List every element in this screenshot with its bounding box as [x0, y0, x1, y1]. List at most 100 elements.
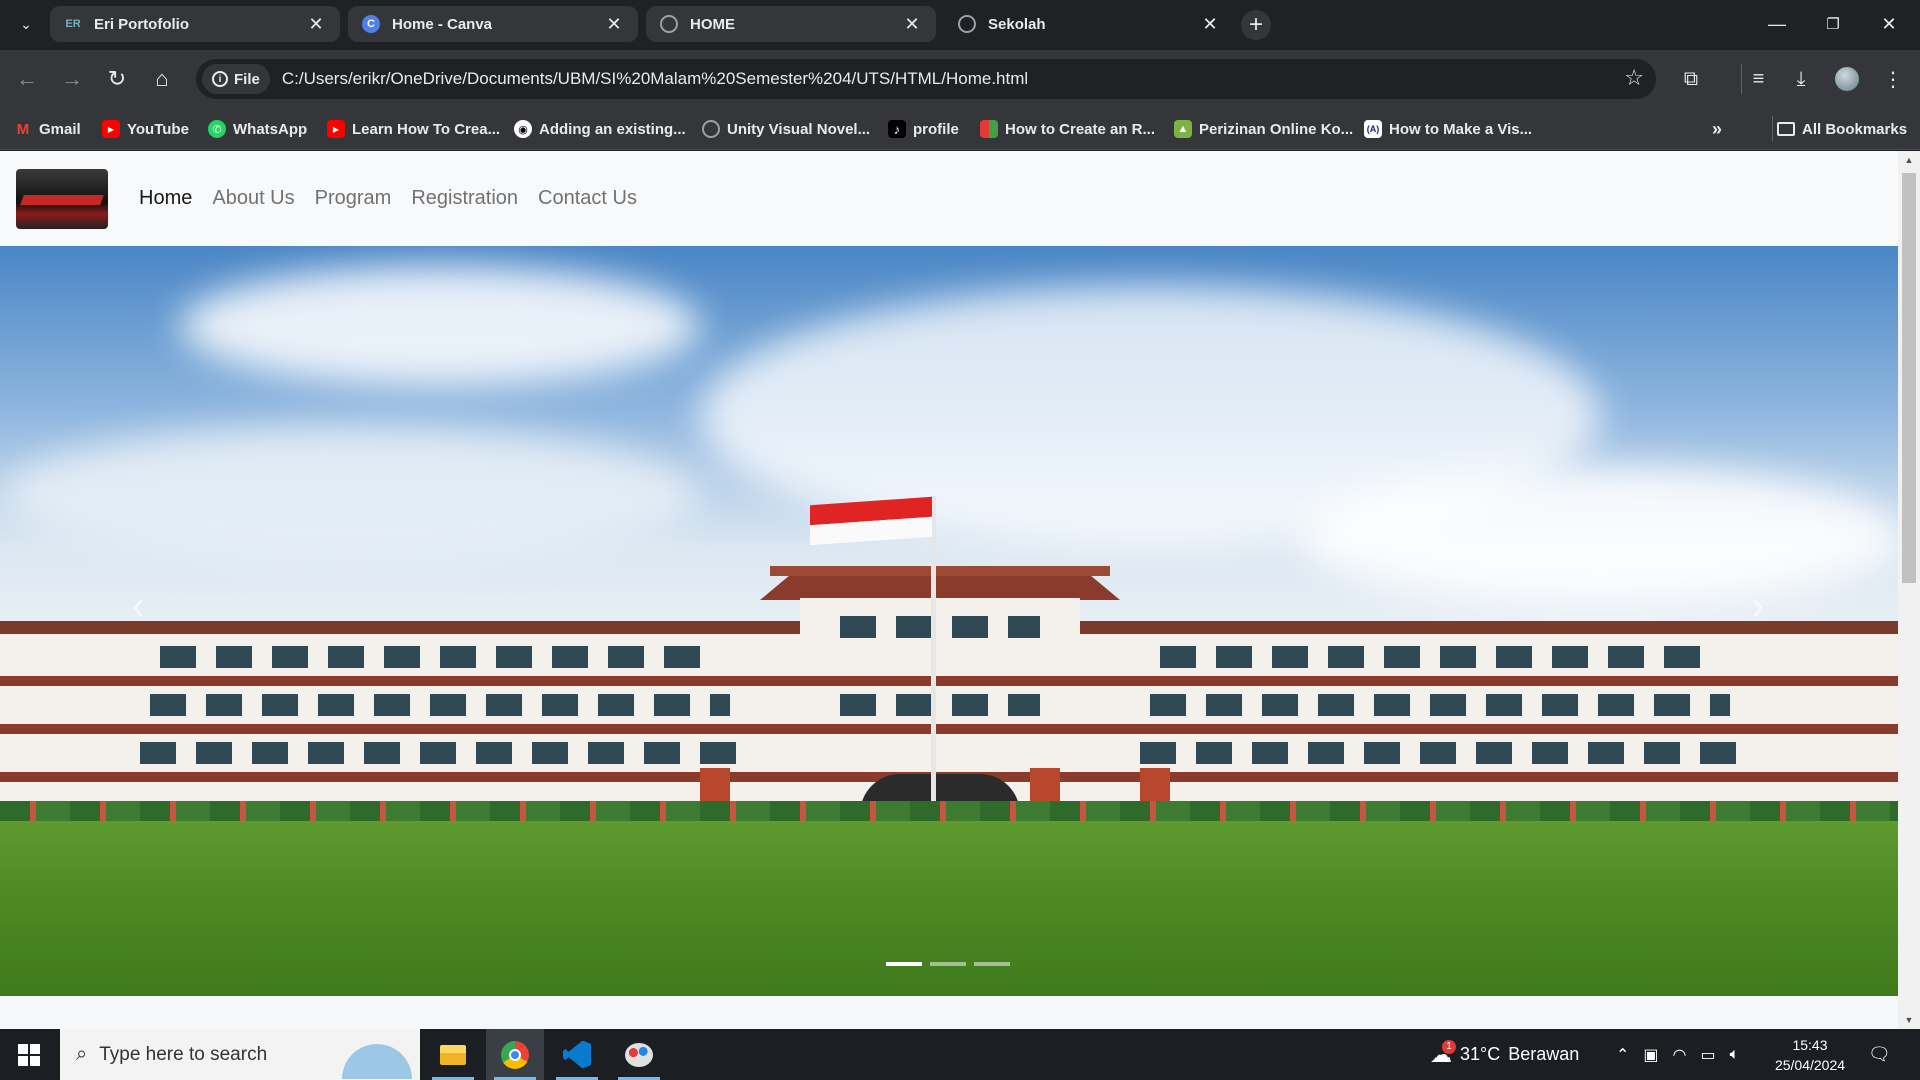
scroll-down-icon[interactable]: ▼	[1898, 1011, 1920, 1029]
close-tab-icon[interactable]: ✕	[902, 14, 922, 34]
site-icon: (A)	[1364, 120, 1382, 138]
bookmark-star-icon[interactable]: ☆	[1624, 65, 1644, 91]
chrome-app[interactable]	[486, 1029, 544, 1080]
tab-title: Sekolah	[988, 15, 1046, 33]
info-icon: i	[212, 71, 228, 87]
bookmark-label: profile	[913, 120, 959, 138]
bookmark-gmail[interactable]: M Gmail	[14, 116, 81, 142]
minimize-icon[interactable]: —	[1749, 8, 1805, 40]
chrome-icon-center	[509, 1048, 521, 1061]
back-arrow-icon[interactable]: ←	[11, 63, 43, 95]
tab-eri-portofolio[interactable]: ER Eri Portofolio ✕	[50, 6, 340, 42]
meet-now-icon[interactable]: ▣	[1643, 1045, 1658, 1065]
bookmark-label: How to Make a Vis...	[1389, 120, 1533, 138]
nav-links: Home About Us Program Registration Conta…	[139, 151, 637, 246]
url-text[interactable]: C:/Users/erikr/OneDrive/Documents/UBM/SI…	[282, 69, 1028, 89]
scrollbar-thumb[interactable]	[1902, 173, 1916, 583]
scroll-up-icon[interactable]: ▲	[1898, 151, 1920, 169]
bookmark-learn-how-to-create[interactable]: ▶ Learn How To Crea...	[327, 116, 500, 142]
all-bookmarks-button[interactable]: All Bookmarks	[1772, 116, 1907, 142]
folder-icon	[440, 1044, 466, 1065]
tower-roof	[770, 566, 1110, 576]
taskbar-clock[interactable]: 15:43 25/04/2024	[1760, 1035, 1860, 1075]
page-scrollbar[interactable]: ▲ ▼	[1898, 151, 1920, 1029]
floor-eave	[0, 724, 1898, 734]
vscode-app[interactable]	[548, 1029, 606, 1080]
bookmark-site-icon	[980, 120, 998, 138]
tab-strip: ⌄ ER Eri Portofolio ✕ C Home - Canva ✕ H…	[0, 0, 1920, 50]
indonesian-flag	[810, 496, 932, 546]
vscode-icon	[563, 1040, 591, 1069]
nav-contact-us[interactable]: Contact Us	[538, 187, 637, 210]
carousel-prev-icon[interactable]: ‹	[118, 576, 158, 636]
nav-program[interactable]: Program	[315, 187, 392, 210]
globe-icon	[958, 15, 976, 33]
weather-widget[interactable]: ☁ 1 31°C Berawan	[1430, 1029, 1579, 1080]
tab-title: HOME	[690, 15, 735, 33]
bookmark-label: YouTube	[127, 120, 189, 138]
carousel-next-icon[interactable]: ›	[1738, 576, 1778, 636]
nav-about-us[interactable]: About Us	[212, 187, 294, 210]
bookmark-how-to-make-vis[interactable]: (A) How to Make a Vis...	[1364, 116, 1532, 142]
media-control-icon[interactable]: ≡	[1741, 64, 1771, 94]
bookmark-whatsapp[interactable]: ✆ WhatsApp	[208, 116, 307, 142]
download-icon[interactable]: ⤓	[1786, 64, 1816, 94]
cloud-weather-icon: ☁ 1	[1430, 1039, 1456, 1068]
school-logo[interactable]	[16, 169, 108, 229]
cloud	[1300, 466, 1898, 606]
nav-home[interactable]: Home	[139, 187, 192, 210]
hero-carousel: ‹ ›	[0, 246, 1898, 996]
tab-search-chevron-icon[interactable]: ⌄	[12, 10, 40, 38]
reload-icon[interactable]: ↻	[101, 63, 133, 95]
close-tab-icon[interactable]: ✕	[1200, 14, 1220, 34]
wifi-icon[interactable]: ◠	[1673, 1045, 1687, 1065]
show-hidden-icons-chevron-icon[interactable]: ⌃	[1616, 1045, 1629, 1065]
paint-app[interactable]	[610, 1029, 668, 1080]
more-bookmarks-chevron-icon[interactable]: »	[1712, 116, 1722, 142]
battery-icon[interactable]: ▭	[1701, 1045, 1716, 1065]
close-window-icon[interactable]: ✕	[1861, 8, 1917, 40]
avatar	[1835, 67, 1859, 91]
carousel-indicator[interactable]	[974, 962, 1010, 966]
github-icon: ◉	[514, 120, 532, 138]
youtube-icon: ▶	[102, 120, 120, 138]
site-info-chip[interactable]: i File	[202, 64, 270, 94]
tab-home[interactable]: HOME ✕	[646, 6, 936, 42]
file-explorer-app[interactable]	[424, 1029, 482, 1080]
kebab-menu-icon[interactable]: ⋮	[1878, 64, 1908, 94]
bookmark-label: Unity Visual Novel...	[727, 120, 871, 138]
bookmark-youtube[interactable]: ▶ YouTube	[102, 116, 189, 142]
close-tab-icon[interactable]: ✕	[604, 14, 624, 34]
close-tab-icon[interactable]: ✕	[306, 14, 326, 34]
bookmark-profile[interactable]: ♪ profile	[888, 116, 959, 142]
window-row	[1160, 646, 1720, 668]
flagpole	[931, 496, 936, 826]
window-row	[1150, 694, 1730, 716]
start-button[interactable]	[0, 1029, 58, 1080]
taskbar-search[interactable]: ⌕ Type here to search	[60, 1029, 420, 1080]
tab-home-canva[interactable]: C Home - Canva ✕	[348, 6, 638, 42]
home-icon[interactable]: ⌂	[146, 63, 178, 95]
address-bar[interactable]: i File C:/Users/erikr/OneDrive/Documents…	[196, 59, 1656, 99]
tab-title: Eri Portofolio	[94, 15, 189, 33]
nav-registration[interactable]: Registration	[411, 187, 518, 210]
window-row	[1140, 742, 1740, 764]
new-tab-button[interactable]: +	[1241, 10, 1271, 40]
tab-sekolah[interactable]: Sekolah ✕	[944, 6, 1234, 42]
chrome-icon	[501, 1040, 529, 1069]
globe-icon	[660, 15, 678, 33]
system-tray: ⌃ ▣ ◠ ▭ 🔈︎	[1616, 1029, 1739, 1080]
volume-icon[interactable]: 🔈︎	[1730, 1046, 1740, 1064]
bookmark-perizinan-online[interactable]: ▲ Perizinan Online Ko...	[1174, 116, 1353, 142]
forward-arrow-icon[interactable]: →	[56, 63, 88, 95]
restore-icon[interactable]: ❐	[1805, 8, 1861, 40]
extensions-puzzle-icon[interactable]: ⧉	[1676, 64, 1706, 94]
carousel-indicator[interactable]	[930, 962, 966, 966]
floor-eave	[0, 676, 1898, 686]
profile-avatar[interactable]	[1832, 64, 1862, 94]
notification-center-icon[interactable]: 🗨︎	[1868, 1029, 1891, 1080]
carousel-indicator[interactable]	[886, 962, 922, 966]
bookmark-how-to-create-r[interactable]: How to Create an R...	[980, 116, 1155, 142]
bookmark-adding-existing[interactable]: ◉ Adding an existing...	[514, 116, 686, 142]
bookmark-unity-visual-novel[interactable]: Unity Visual Novel...	[702, 116, 870, 142]
